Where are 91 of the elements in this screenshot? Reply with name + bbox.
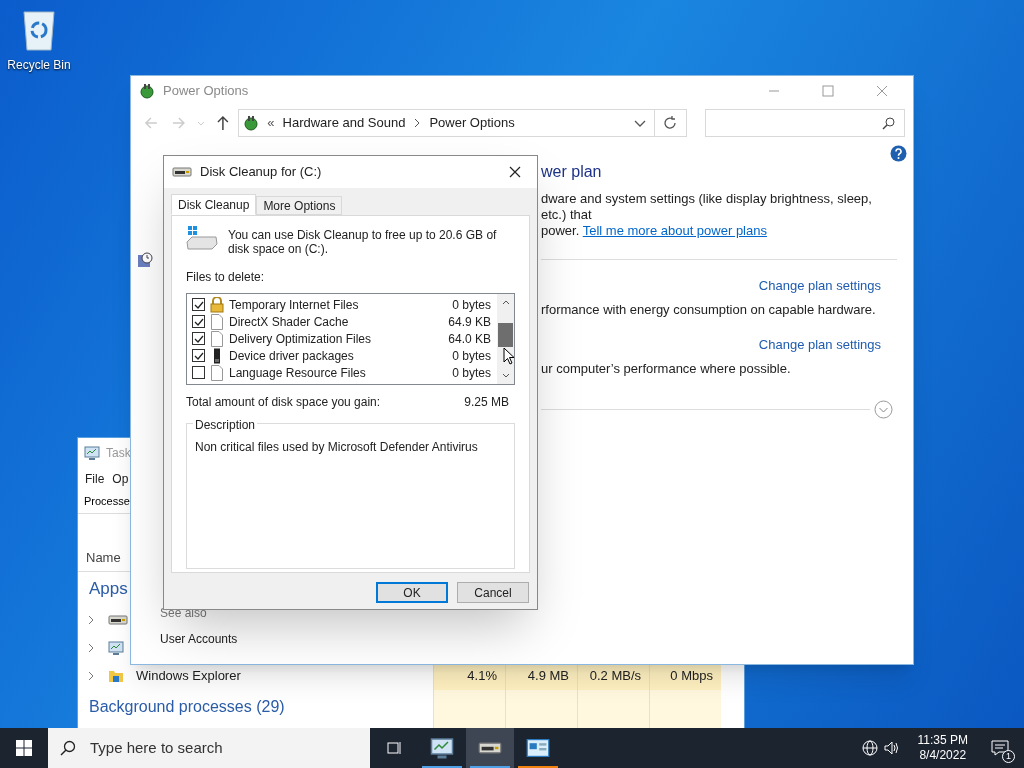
notification-count: 1	[1002, 750, 1015, 763]
dialog-button[interactable]: OK	[376, 582, 448, 603]
plan-description: ur computer’s performance where possible.	[541, 359, 792, 378]
checkbox[interactable]	[192, 366, 205, 379]
file-name: Device driver packages	[229, 347, 355, 365]
search-field[interactable]	[704, 109, 905, 137]
power-plug-icon	[139, 83, 155, 99]
mouse-pointer-icon	[503, 347, 515, 365]
plan-description: rformance with energy consumption on capable hardware.	[541, 300, 877, 319]
tab[interactable]: Disk Cleanup	[171, 194, 257, 215]
expand-chevron-icon[interactable]	[86, 643, 96, 653]
power-plug-icon	[243, 115, 260, 131]
help-link[interactable]: Tell me more about power plans	[582, 223, 767, 238]
total-value: 9.25 MB	[464, 394, 509, 411]
help-icon[interactable]	[890, 145, 907, 162]
file-size: 0 bytes	[452, 347, 491, 365]
message-text: You can use Disk Cleanup to free up to 20.6 GB of disk space on (C:).	[228, 227, 498, 256]
address-prefix[interactable]: «	[267, 113, 275, 133]
file-size: 64.0 KB	[448, 330, 491, 348]
link[interactable]: Change plan settings	[758, 276, 881, 296]
windows-logo-icon[interactable]	[16, 740, 32, 756]
dialog-button[interactable]: Cancel	[457, 582, 529, 603]
file-size: 0 bytes	[452, 296, 491, 314]
search-icon[interactable]	[882, 116, 896, 130]
checkbox[interactable]	[192, 315, 205, 328]
file-row[interactable]: Temporary Internet Files 0 bytes	[187, 296, 497, 313]
document-icon	[211, 313, 223, 330]
monitor-icon	[108, 640, 124, 656]
checkbox[interactable]	[192, 298, 205, 311]
search-field[interactable]: Type here to search	[48, 728, 370, 768]
drive-icon	[186, 226, 218, 252]
menu-item[interactable]: Op	[112, 470, 129, 488]
drive-icon	[172, 164, 192, 180]
file-row[interactable]: Device driver packages 0 bytes	[187, 347, 497, 364]
link[interactable]: Change plan settings	[758, 335, 881, 355]
process-name: Windows Explorer	[136, 667, 241, 686]
file-row[interactable]: Delivery Optimization Files 64.0 KB	[187, 330, 497, 347]
tab[interactable]: Processe	[84, 493, 130, 510]
expand-chevron-icon[interactable]	[86, 615, 96, 625]
link[interactable]: User Accounts	[137, 630, 541, 648]
file-row[interactable]: DirectX Shader Cache 64.9 KB	[187, 313, 497, 330]
control-panel-icon	[526, 736, 550, 760]
dialog-title: Disk Cleanup for (C:)	[200, 163, 322, 182]
file-name: Language Resource Files	[229, 364, 367, 382]
file-name: Delivery Optimization Files	[229, 330, 373, 348]
taskbar-app-button[interactable]	[466, 728, 514, 768]
page-heading: wer plan	[541, 162, 603, 182]
globe-icon[interactable]	[861, 740, 878, 756]
file-name: DirectX Shader Cache	[229, 313, 350, 331]
search-icon[interactable]	[60, 740, 76, 756]
section-label: Files to delete:	[186, 269, 266, 286]
speaker-icon[interactable]	[883, 740, 900, 756]
desktop-icon-label[interactable]: Recycle Bin	[7, 56, 71, 74]
tab[interactable]: More Options	[256, 196, 343, 215]
notification-icon[interactable]	[990, 738, 1010, 758]
column-header[interactable]: Name	[86, 547, 121, 567]
monitor-icon	[430, 736, 454, 760]
close-icon[interactable]	[509, 166, 521, 178]
checkbox[interactable]	[192, 349, 205, 362]
document-icon	[211, 330, 223, 347]
recycle-bin-icon[interactable]	[21, 8, 57, 52]
file-size: 0 bytes	[452, 364, 491, 382]
refresh-icon[interactable]	[662, 115, 679, 131]
window-title: Task	[106, 445, 131, 462]
breadcrumb[interactable]: Power Options	[429, 113, 515, 133]
file-row[interactable]: Language Resource Files 0 bytes	[187, 364, 497, 381]
group-heading: Apps	[89, 578, 128, 601]
monitor-icon	[84, 445, 100, 461]
document-icon	[211, 364, 223, 381]
scrollbar[interactable]	[497, 294, 514, 384]
intro-text: power. Tell me more about power plans	[541, 223, 768, 239]
expand-chevron-icon[interactable]	[86, 671, 96, 681]
scrollbar-thumb[interactable]	[498, 323, 513, 347]
task-view-icon[interactable]	[386, 740, 402, 756]
breadcrumb-chevron-icon[interactable]	[413, 118, 422, 128]
checkbox[interactable]	[192, 332, 205, 345]
clock-icon[interactable]	[137, 252, 153, 268]
clock[interactable]: 11:35 PM 8/4/2022	[909, 733, 976, 763]
group-heading: Background processes (29)	[89, 697, 285, 717]
folder-icon	[108, 668, 124, 684]
breadcrumb[interactable]: Hardware and Sound	[282, 113, 406, 133]
description-text: Non critical files used by Microsoft Defender Antivirus	[195, 440, 478, 454]
file-size: 64.9 KB	[448, 313, 491, 331]
window-title: Power Options	[163, 82, 249, 101]
device-icon	[211, 347, 223, 364]
padlock-icon	[210, 296, 224, 313]
address-bar[interactable]: « Hardware and Sound Power Options	[238, 109, 687, 137]
file-name: Temporary Internet Files	[229, 296, 360, 314]
total-label: Total amount of disk space you gain:	[186, 394, 382, 411]
menu-item[interactable]: File	[85, 470, 105, 488]
drive-icon	[108, 612, 128, 628]
